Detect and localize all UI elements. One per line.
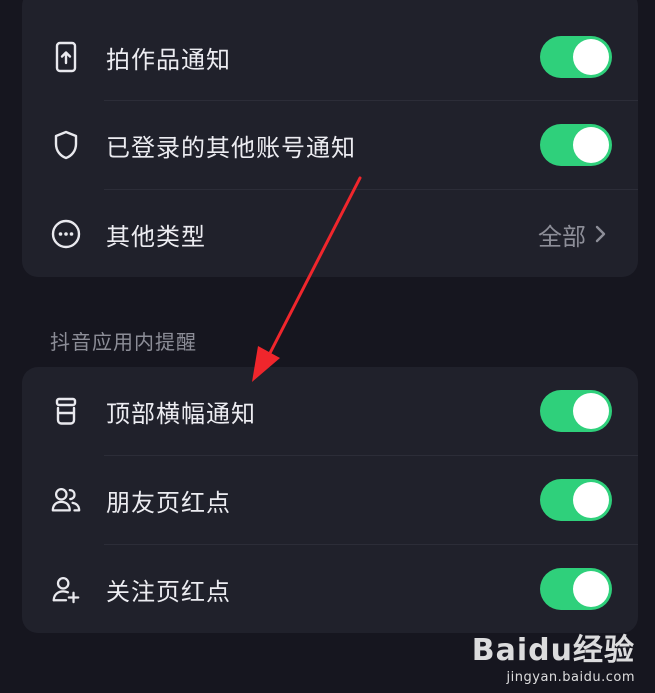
row-label: 顶部横幅通知: [106, 399, 256, 428]
toggle-knob: [573, 39, 609, 75]
other-types-value: 全部: [538, 222, 586, 251]
toggle-knob: [573, 571, 609, 607]
following-red-dot-toggle[interactable]: [540, 568, 612, 610]
toggle-knob: [573, 127, 609, 163]
friends-red-dot-toggle[interactable]: [540, 479, 612, 521]
more-circle-icon: [50, 218, 82, 250]
top-banner-toggle[interactable]: [540, 390, 612, 432]
row-label: 已登录的其他账号通知: [106, 133, 356, 162]
row-other-types[interactable]: 其他类型 全部: [22, 190, 638, 277]
row-post-notification[interactable]: 拍作品通知: [22, 13, 638, 101]
row-label: 关注页红点: [106, 577, 231, 606]
row-top-banner-notification[interactable]: 顶部横幅通知: [22, 367, 638, 455]
toggle-knob: [573, 393, 609, 429]
phone-upload-icon: [50, 41, 82, 73]
in-app-reminder-card: 顶部横幅通知 朋友页红点 关注页红点: [22, 367, 638, 633]
toggle-knob: [573, 482, 609, 518]
row-label: 拍作品通知: [106, 45, 231, 74]
row-following-red-dot[interactable]: 关注页红点: [22, 545, 638, 633]
watermark-url: jingyan.baidu.com: [506, 670, 635, 685]
section-title: 抖音应用内提醒: [50, 330, 197, 354]
row-other-accounts-notification[interactable]: 已登录的其他账号通知: [22, 101, 638, 189]
watermark-brand: Baidu经验: [471, 633, 635, 668]
row-label: 其他类型: [106, 222, 206, 251]
row-label: 朋友页红点: [106, 488, 231, 517]
post-notification-toggle[interactable]: [540, 36, 612, 78]
shield-icon: [50, 129, 82, 161]
baidu-watermark: Baidu经验 jingyan.baidu.com: [472, 625, 635, 685]
follow-user-icon: [50, 573, 82, 605]
chevron-right-icon: [590, 224, 610, 244]
banner-icon: [50, 395, 82, 427]
friends-icon: [50, 484, 82, 516]
row-friends-red-dot[interactable]: 朋友页红点: [22, 456, 638, 544]
notification-settings-card: 拍作品通知 已登录的其他账号通知 其他类型 全部: [22, 0, 638, 277]
other-accounts-toggle[interactable]: [540, 124, 612, 166]
